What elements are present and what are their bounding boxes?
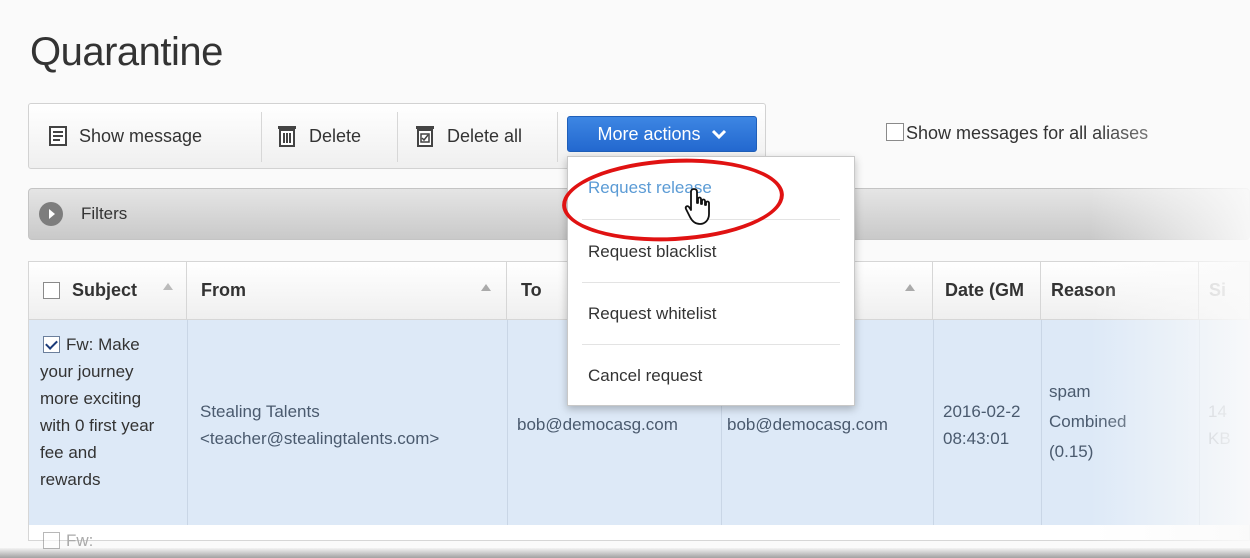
recipient-address: bob@democasg.com — [727, 415, 888, 434]
menu-item-request-whitelist[interactable]: Request whitelist — [588, 304, 717, 324]
header-date[interactable]: Date (GM — [933, 262, 1041, 320]
from-name: Stealing Talents — [200, 402, 320, 421]
filters-label: Filters — [81, 204, 128, 223]
menu-divider — [582, 282, 840, 283]
chevron-down-icon — [711, 129, 726, 140]
expand-arrow-icon[interactable] — [39, 202, 63, 226]
show-message-label: Show message — [79, 125, 203, 146]
header-size[interactable]: Si — [1199, 262, 1250, 320]
trash-all-icon — [416, 126, 434, 147]
sort-asc-icon — [481, 284, 491, 291]
cell-divider — [187, 320, 188, 525]
cell-divider — [933, 320, 934, 525]
toolbar-divider — [397, 112, 398, 162]
from-email: <teacher@stealingtalents.com> — [200, 429, 440, 448]
toolbar-divider — [261, 112, 262, 162]
hand-cursor-icon — [684, 188, 710, 225]
cell-divider — [1041, 320, 1042, 525]
row-checkbox[interactable] — [43, 532, 60, 549]
header-from-label: From — [201, 280, 246, 300]
subject-line: fee and — [40, 443, 97, 462]
subject-line: with 0 first year — [40, 416, 155, 435]
subject-line: Fw: Make — [66, 335, 140, 354]
header-reason[interactable]: Reason — [1041, 262, 1199, 320]
menu-item-request-blacklist[interactable]: Request blacklist — [588, 242, 717, 262]
header-subject-label: Subject — [72, 280, 138, 300]
message-icon — [49, 126, 67, 146]
header-from[interactable]: From — [187, 262, 507, 320]
subject-line: rewards — [40, 470, 101, 489]
more-actions-label: More actions — [597, 123, 701, 144]
reason-line: (0.15) — [1049, 442, 1094, 461]
header-size-label: Si — [1209, 280, 1227, 300]
edge-shadow — [0, 548, 1250, 558]
size-line: KB — [1208, 429, 1231, 448]
delete-label: Delete — [309, 125, 362, 146]
header-to-label: To — [521, 280, 542, 300]
delete-all-label: Delete all — [447, 125, 523, 146]
header-reason-label: Reason — [1051, 280, 1117, 300]
size-line: 14 — [1208, 402, 1227, 421]
cell-divider — [1199, 320, 1200, 525]
header-date-label: Date (GM — [945, 280, 1025, 300]
menu-item-cancel-request[interactable]: Cancel request — [588, 366, 702, 386]
row-checkbox[interactable] — [43, 336, 60, 353]
show-message-button[interactable]: Show message — [49, 104, 202, 168]
show-aliases-checkbox[interactable] — [886, 123, 904, 141]
subject-line: more exciting — [40, 389, 142, 408]
cell-divider — [507, 320, 508, 525]
delete-all-button[interactable]: Delete all — [415, 104, 522, 168]
date-line: 2016-02-2 — [943, 402, 1021, 421]
show-aliases-label: Show messages for all aliases — [906, 123, 1149, 143]
page-title: Quarantine — [30, 30, 223, 74]
reason-line: spam — [1049, 382, 1091, 401]
time-line: 08:43:01 — [943, 429, 1010, 448]
delete-button[interactable]: Delete — [277, 104, 361, 168]
more-actions-button[interactable]: More actions — [567, 116, 757, 152]
to-address: bob@democasg.com — [517, 415, 678, 434]
sort-asc-icon — [163, 283, 173, 290]
trash-icon — [278, 126, 296, 147]
subject-line: your journey — [40, 362, 134, 381]
reason-line: Combined — [1049, 412, 1127, 431]
toolbar-divider — [557, 112, 558, 162]
menu-divider — [582, 344, 840, 345]
header-subject[interactable]: Subject — [29, 262, 187, 320]
sort-asc-icon — [905, 284, 915, 291]
select-all-checkbox[interactable] — [43, 282, 60, 299]
